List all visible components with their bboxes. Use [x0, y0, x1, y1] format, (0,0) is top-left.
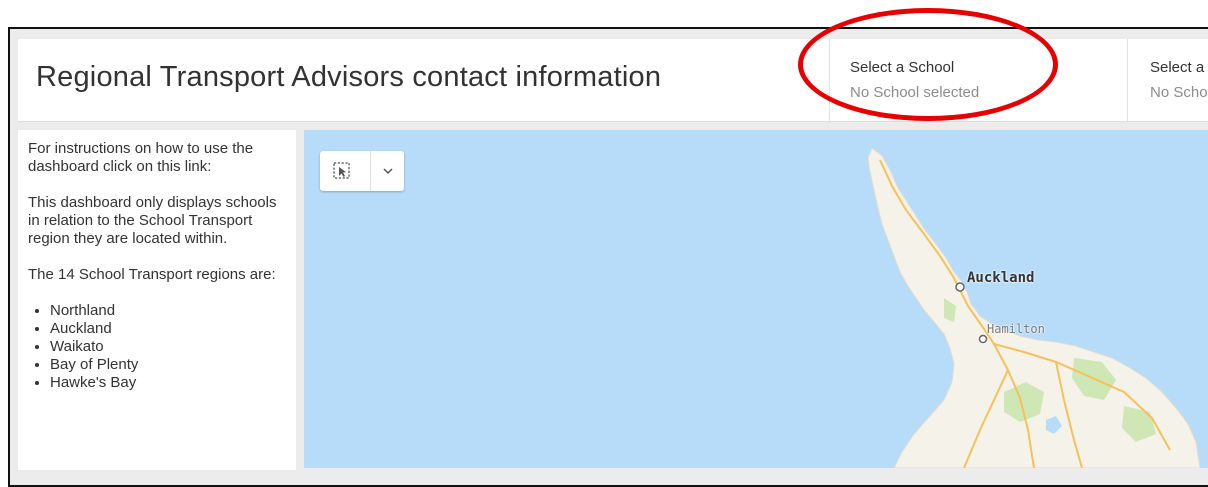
hamilton-marker [978, 334, 988, 344]
map-selection-tool[interactable] [320, 151, 404, 191]
page-title: Regional Transport Advisors contact info… [36, 61, 662, 93]
auckland-marker [955, 282, 965, 292]
list-item: Auckland [50, 320, 282, 338]
list-item: Waikato [50, 338, 282, 356]
school-selector-value: No School selected [850, 84, 980, 101]
city-label-hamilton: Hamilton [987, 322, 1045, 336]
second-selector-value: No Scho [1150, 84, 1208, 101]
tool-divider [370, 151, 371, 191]
list-item: Bay of Plenty [50, 356, 282, 374]
dashboard-header: Regional Transport Advisors contact info… [18, 39, 1208, 122]
dashboard-note: This dashboard only displays schools in … [28, 194, 277, 247]
second-selector[interactable]: Select a No Scho [1127, 39, 1208, 121]
regions-list: Northland Auckland Waikato Bay of Plenty… [28, 302, 282, 392]
school-selector-label: Select a School [850, 59, 955, 76]
city-label-auckland: Auckland [967, 270, 1035, 286]
regions-heading: The 14 School Transport regions are: [28, 266, 276, 283]
list-item: Northland [50, 302, 282, 320]
list-item: Hawke's Bay [50, 374, 282, 392]
second-selector-label: Select a [1150, 59, 1205, 76]
map-view[interactable]: Auckland Hamilton [304, 130, 1208, 468]
sidebar-panel: For instructions on how to use the dashb… [18, 130, 296, 470]
instructions-text: For instructions on how to use the dashb… [28, 140, 254, 175]
sidebar-content: For instructions on how to use the dashb… [28, 140, 282, 392]
map-canvas [867, 147, 1201, 468]
school-selector[interactable]: Select a School No School selected [829, 39, 1128, 121]
